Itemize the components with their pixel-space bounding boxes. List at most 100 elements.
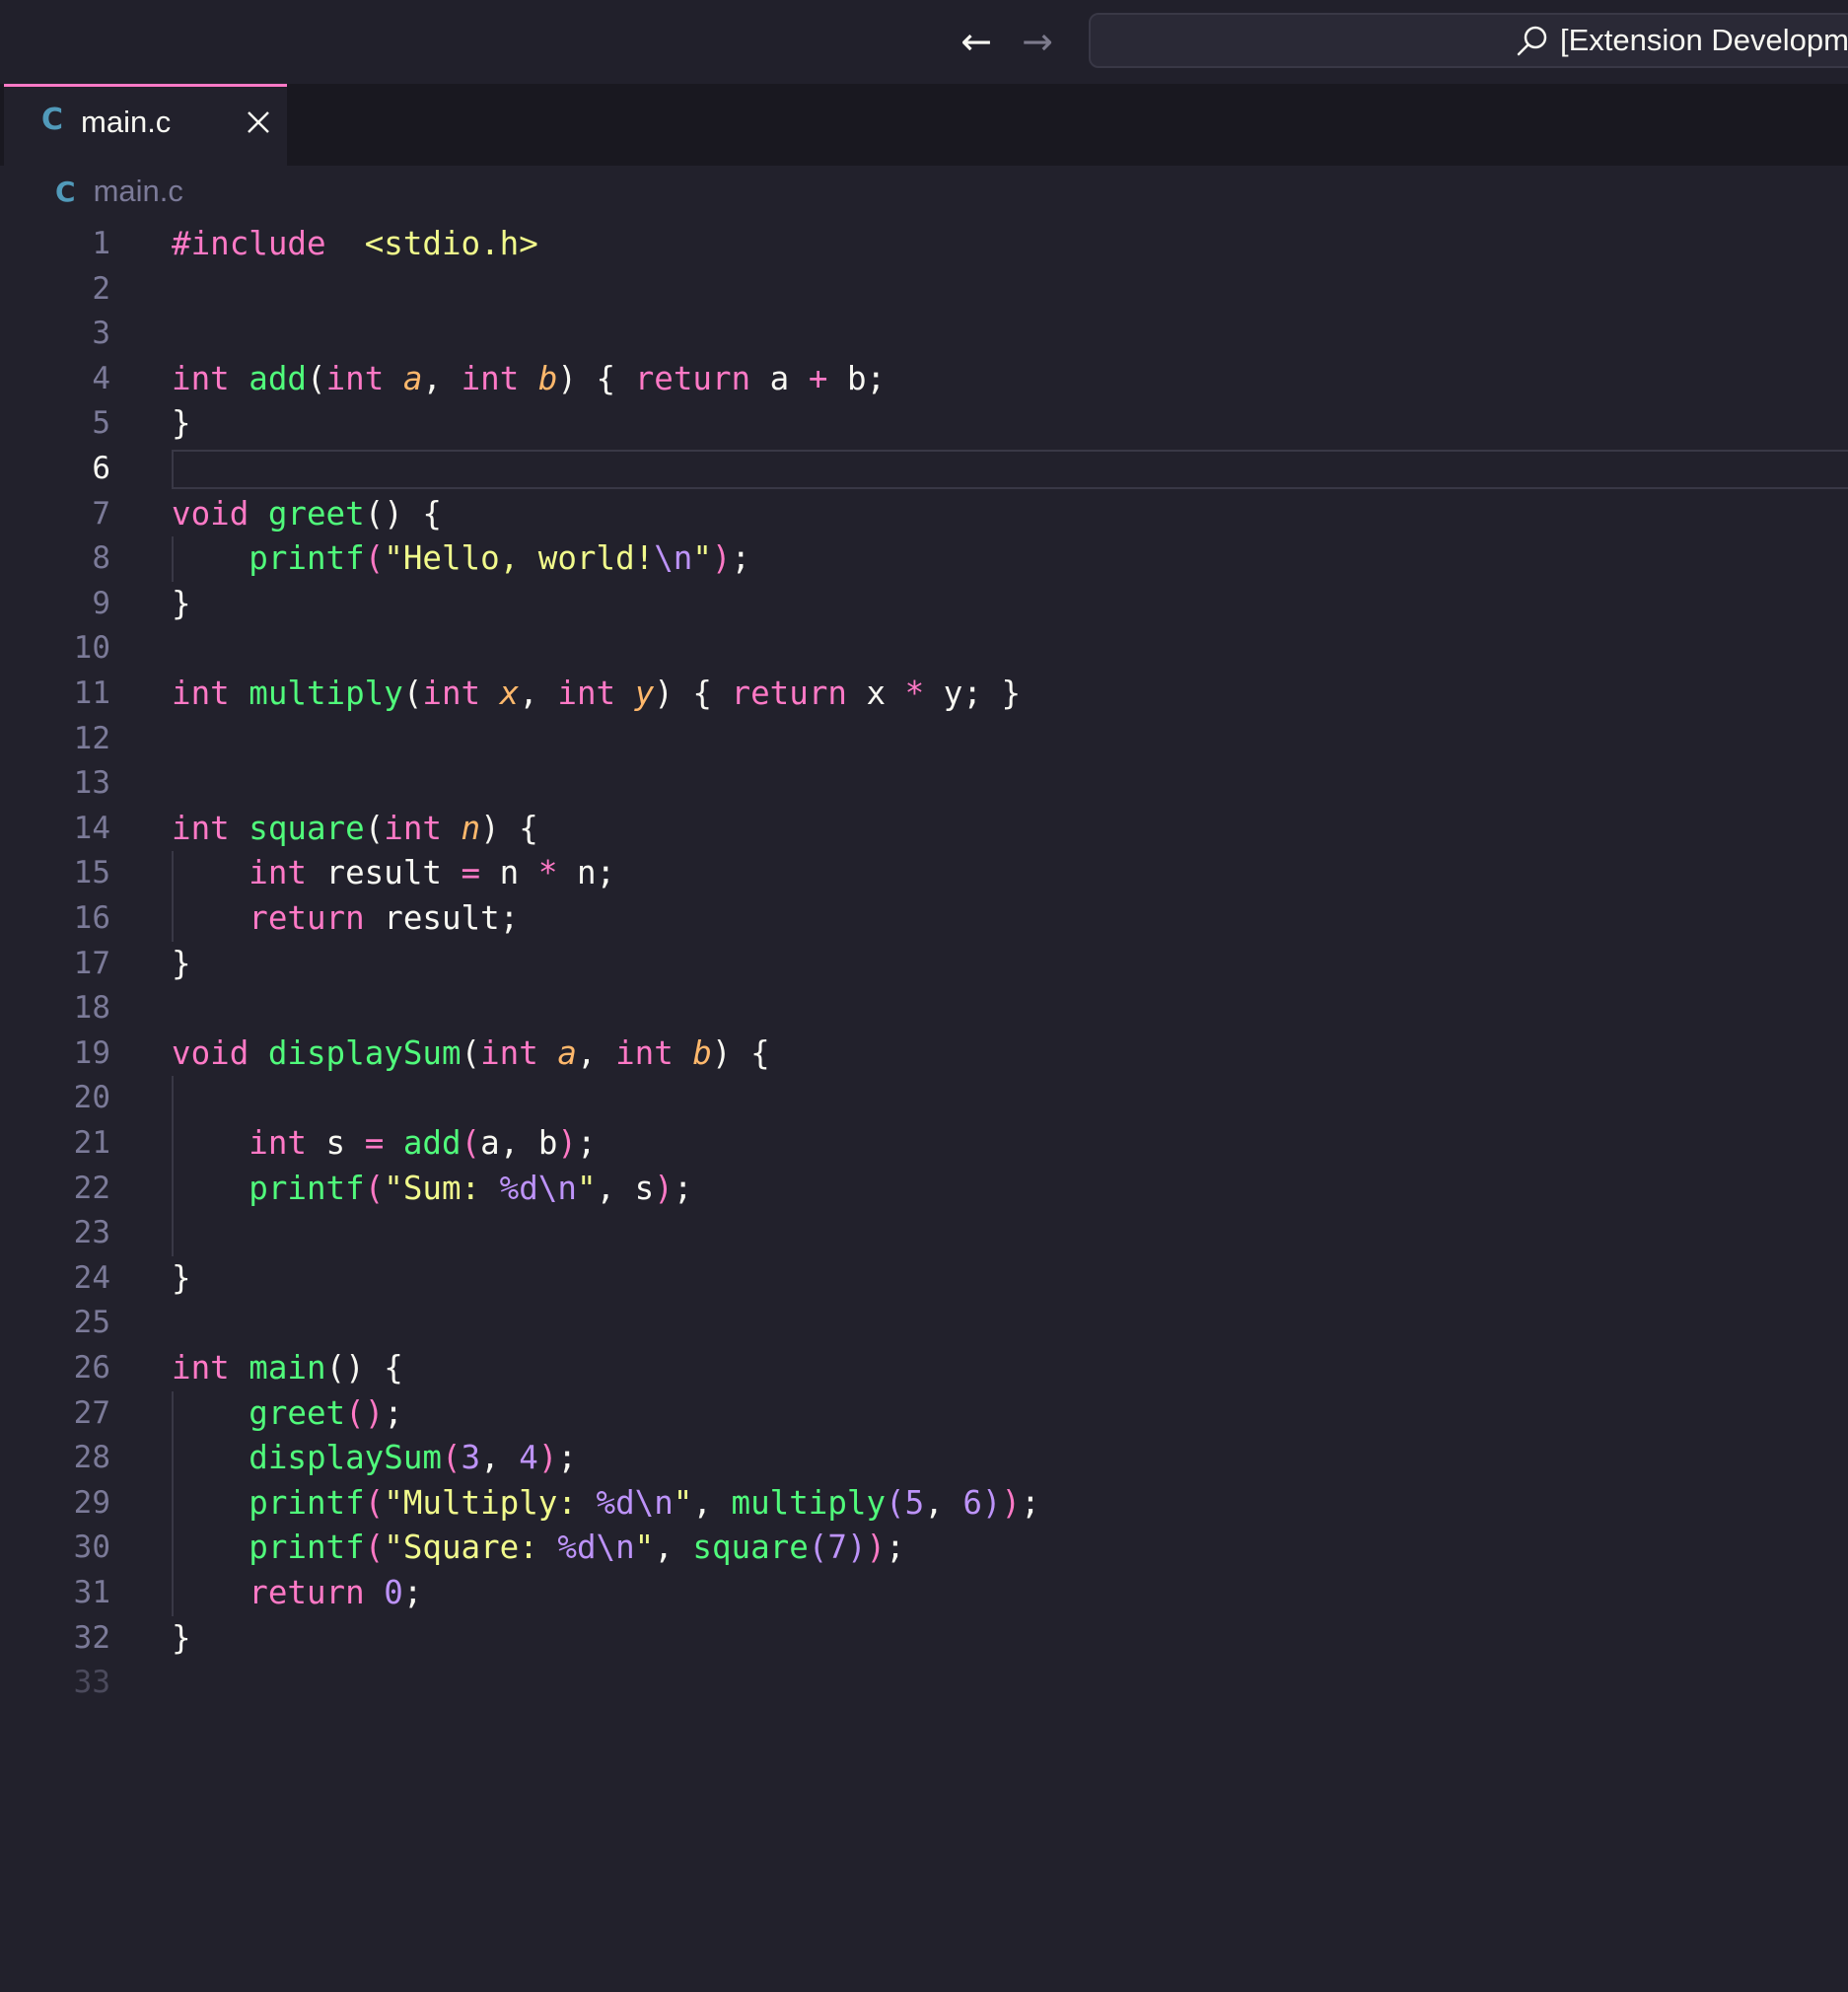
code-text: #include <stdio.h> xyxy=(172,222,538,267)
line-number: 19 xyxy=(73,1034,110,1071)
close-icon[interactable] xyxy=(239,103,278,142)
code-line[interactable]: 27 greet(); xyxy=(0,1391,1848,1437)
code-token: () { xyxy=(364,494,442,533)
code-token: add xyxy=(402,1124,462,1162)
code-line[interactable]: 30 printf("Square: %d\n", square(7)); xyxy=(0,1526,1848,1571)
code-line[interactable]: 10 xyxy=(0,626,1848,672)
code-text: } xyxy=(172,582,191,627)
code-token: a xyxy=(750,359,809,397)
code-token: "Sum: xyxy=(384,1169,500,1207)
code-line[interactable]: 9} xyxy=(0,582,1848,627)
forward-arrow-icon[interactable]: → xyxy=(1014,18,1061,65)
code-text: return 0; xyxy=(172,1571,422,1616)
code-token: , xyxy=(924,1483,963,1522)
current-line-highlight xyxy=(172,450,1848,489)
code-line[interactable]: 29 printf("Multiply: %d\n", multiply(5, … xyxy=(0,1481,1848,1527)
code-token: <stdio.h> xyxy=(364,225,538,262)
code-token: return xyxy=(731,675,847,712)
back-arrow-icon[interactable]: ← xyxy=(953,18,1000,65)
code-line[interactable]: 6 xyxy=(0,447,1848,492)
code-line[interactable]: 12 xyxy=(0,717,1848,762)
code-text: printf("Hello, world!\n"); xyxy=(172,536,750,582)
line-number: 6 xyxy=(92,451,110,486)
line-number: 29 xyxy=(73,1484,110,1521)
breadcrumb: C main.c xyxy=(55,170,183,213)
code-line[interactable]: 15 int result = n * n; xyxy=(0,851,1848,896)
code-token: n xyxy=(461,809,481,847)
search-icon xyxy=(1517,26,1547,56)
code-line[interactable]: 24} xyxy=(0,1256,1848,1302)
code-token: multiply xyxy=(249,675,403,712)
indent-guide xyxy=(172,536,174,582)
code-token: int xyxy=(557,675,616,712)
breadcrumb-file[interactable]: main.c xyxy=(94,174,183,209)
command-center-search[interactable]: [Extension Development Host] xyxy=(1089,13,1848,68)
code-line[interactable]: 22 printf("Sum: %d\n", s); xyxy=(0,1167,1848,1212)
code-token: ( xyxy=(364,539,385,578)
code-line[interactable]: 16 return result; xyxy=(0,896,1848,942)
code-token: ) { xyxy=(557,359,635,397)
code-token: ( xyxy=(364,1529,385,1567)
editor-tab-bar: C main.c xyxy=(0,84,1848,166)
code-line[interactable]: 4 int add(int a, int b) { return a + b; xyxy=(0,357,1848,402)
code-line[interactable]: 17} xyxy=(0,942,1848,987)
tab-main-c[interactable]: C main.c xyxy=(4,84,287,166)
code-line[interactable]: 1 #include <stdio.h> xyxy=(0,222,1848,267)
code-line[interactable]: 2 xyxy=(0,267,1848,313)
code-line[interactable]: 11 int multiply(int x, int y) { return x … xyxy=(0,672,1848,717)
code-line[interactable]: 23 xyxy=(0,1211,1848,1256)
code-line[interactable]: 33 xyxy=(0,1661,1848,1706)
code-line[interactable]: 18 xyxy=(0,986,1848,1032)
code-token: ; xyxy=(1021,1483,1040,1522)
code-token: } xyxy=(172,1618,191,1657)
code-text: printf("Multiply: %d\n", multiply(5, 6))… xyxy=(172,1481,1040,1527)
code-text: } xyxy=(172,1616,191,1662)
code-line[interactable]: 3 xyxy=(0,312,1848,357)
code-token: int xyxy=(172,1349,230,1387)
code-line[interactable]: 7 void greet() { xyxy=(0,492,1848,537)
code-text: int add(int a, int b) { return a + b; xyxy=(172,357,886,402)
code-token: ; xyxy=(402,1574,423,1611)
code-line[interactable]: 20 xyxy=(0,1076,1848,1121)
code-token: "Hello, world! xyxy=(384,539,655,578)
code-token: printf xyxy=(249,1529,365,1567)
code-text: displaySum(3, 4); xyxy=(172,1436,577,1481)
code-token: y; } xyxy=(924,675,1022,712)
code-token: "Multiply: xyxy=(384,1483,597,1522)
code-token: s xyxy=(306,1124,365,1162)
code-line[interactable]: 19 void displaySum(int a, int b) { xyxy=(0,1032,1848,1077)
code-token: , xyxy=(576,1033,616,1072)
command-center-label: [Extension Development Host] xyxy=(1560,23,1848,57)
code-token: %d\n xyxy=(596,1483,674,1522)
code-token: 4 xyxy=(519,1439,538,1477)
code-token: = xyxy=(461,854,481,892)
code-line[interactable]: 31 return 0; xyxy=(0,1571,1848,1616)
code-token: return xyxy=(249,1574,365,1611)
code-token: " xyxy=(576,1169,597,1207)
code-line[interactable]: 21 int s = add(a, b); xyxy=(0,1121,1848,1167)
code-line[interactable]: 5} xyxy=(0,401,1848,447)
code-token: int xyxy=(480,1033,538,1072)
code-line[interactable]: 32} xyxy=(0,1616,1848,1662)
code-token: int xyxy=(249,854,307,892)
code-line[interactable]: 26 int main() { xyxy=(0,1346,1848,1391)
code-line[interactable]: 13 xyxy=(0,761,1848,807)
code-text: } xyxy=(172,1256,191,1302)
code-token: n; xyxy=(557,854,616,892)
code-token: , xyxy=(692,1483,732,1522)
code-line[interactable]: 8 printf("Hello, world!\n"); xyxy=(0,536,1848,582)
line-number: 2 xyxy=(92,270,110,307)
code-line[interactable]: 28 displaySum(3, 4); xyxy=(0,1436,1848,1481)
code-text: int main() { xyxy=(172,1346,403,1391)
code-line[interactable]: 14 int square(int n) { xyxy=(0,807,1848,852)
code-line[interactable]: 25 xyxy=(0,1301,1848,1346)
